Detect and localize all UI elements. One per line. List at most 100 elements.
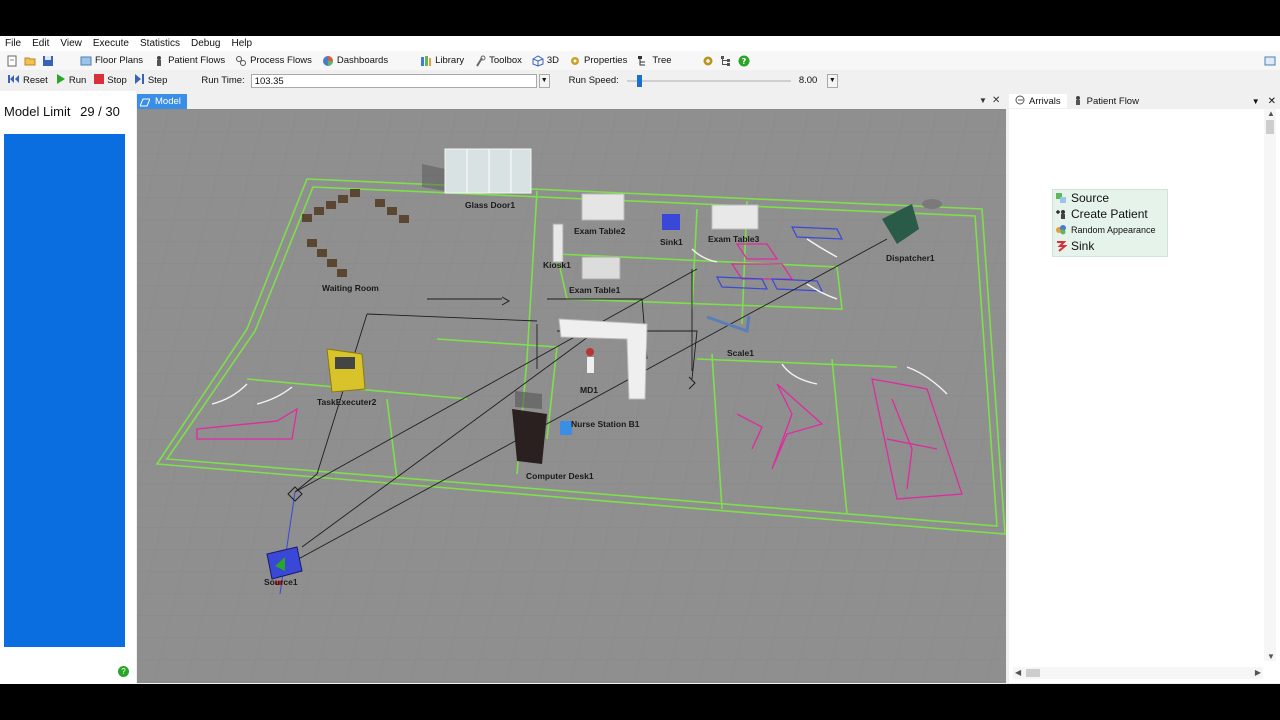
slider-track xyxy=(626,79,791,82)
3d-viewport[interactable]: Glass Door1 Exam Table2 Sink1 Exam Table… xyxy=(137,109,1006,683)
menu-edit[interactable]: Edit xyxy=(27,36,55,51)
menu-help[interactable]: Help xyxy=(226,36,258,51)
list-label-random-appearance: Random Appearance xyxy=(1071,225,1156,235)
label-exam-table-2[interactable]: Exam Table2 xyxy=(574,226,625,236)
patient-flows-label: Patient Flows xyxy=(168,55,226,66)
reset-icon xyxy=(8,74,20,87)
horizontal-scrollbar[interactable]: ◀ ▶ xyxy=(1013,667,1263,679)
process-flows-icon xyxy=(235,55,247,67)
restore-layout-icon[interactable] xyxy=(1264,55,1276,67)
floor-plans-button[interactable]: Floor Plans xyxy=(75,52,148,69)
list-item-source[interactable]: Source xyxy=(1053,190,1167,206)
list-label-source: Source xyxy=(1071,191,1110,205)
scroll-right-arrow[interactable]: ▶ xyxy=(1255,668,1261,677)
label-md[interactable]: MD1 xyxy=(580,385,598,395)
label-exam-table-1[interactable]: Exam Table1 xyxy=(569,285,620,295)
gear-icon[interactable] xyxy=(702,55,714,67)
floor-plans-label: Floor Plans xyxy=(95,55,144,66)
close-icon[interactable]: ✕ xyxy=(992,95,1000,106)
menu-statistics[interactable]: Statistics xyxy=(135,36,186,51)
arrivals-list: Source Create Patient Random Appearance … xyxy=(1052,189,1168,257)
label-task-executer[interactable]: TaskExecuter2 xyxy=(317,397,376,407)
label-scale[interactable]: Scale1 xyxy=(727,348,754,358)
process-flows-label: Process Flows xyxy=(250,55,312,66)
toolbox-label: Toolbox xyxy=(489,55,522,66)
right-panel: Arrivals Patient Flow ▼ ✕ Source Create … xyxy=(1009,93,1280,683)
model-view: Model ▼ ✕ Glass Door1 Exam Table2 Sink1 … xyxy=(137,93,1006,683)
play-icon xyxy=(56,74,66,87)
toolbox-button[interactable]: Toolbox xyxy=(469,52,527,69)
model-limit-panel: Model Limit 29 / 30 ? xyxy=(0,91,136,684)
tree-icon xyxy=(637,55,649,67)
close-icon[interactable]: ✕ xyxy=(1268,96,1276,107)
label-nurse-station[interactable]: Nurse Station B1 xyxy=(571,419,640,429)
open-folder-icon[interactable] xyxy=(24,55,36,67)
run-speed-slider[interactable] xyxy=(626,74,791,88)
vertical-scrollbar[interactable]: ▲ ▼ xyxy=(1264,109,1276,661)
random-appearance-icon xyxy=(1055,224,1067,236)
patient-flows-button[interactable]: Patient Flows xyxy=(148,52,230,69)
dashboards-label: Dashboards xyxy=(336,55,389,66)
list-item-sink[interactable]: Sink xyxy=(1053,238,1167,254)
3d-button[interactable]: 3D xyxy=(527,52,564,69)
list-label-sink: Sink xyxy=(1071,239,1095,253)
run-toolbar: Reset Run Stop Step Run Time: 103.35 ▼ R… xyxy=(0,71,1280,90)
label-dispatcher[interactable]: Dispatcher1 xyxy=(886,253,935,263)
tree-button[interactable]: Tree xyxy=(632,52,676,69)
library-button[interactable]: Library xyxy=(415,52,469,69)
tab-model-label: Model xyxy=(155,96,181,107)
label-glass-door[interactable]: Glass Door1 xyxy=(465,200,515,210)
menu-view[interactable]: View xyxy=(55,36,88,51)
help-icon[interactable]: ? xyxy=(738,55,750,67)
run-time-field[interactable]: 103.35 xyxy=(250,73,537,88)
status-ok-icon: ? xyxy=(118,666,129,677)
task-executer-model xyxy=(326,348,366,393)
process-flows-button[interactable]: Process Flows xyxy=(230,52,317,69)
menu-execute[interactable]: Execute xyxy=(88,36,135,51)
menu-debug[interactable]: Debug xyxy=(186,36,226,51)
3d-icon xyxy=(532,54,544,67)
scroll-down-arrow[interactable]: ▼ xyxy=(1267,652,1275,661)
model-limit-title: Model Limit xyxy=(4,104,71,119)
slider-thumb[interactable] xyxy=(636,74,642,87)
tab-patient-flow-label: Patient Flow xyxy=(1086,95,1139,107)
reset-label: Reset xyxy=(23,75,48,86)
label-exam-table-3[interactable]: Exam Table3 xyxy=(708,234,759,244)
label-kiosk[interactable]: Kiosk1 xyxy=(543,260,571,270)
pane-menu-icon[interactable]: ▼ xyxy=(1252,97,1260,106)
menu-file[interactable]: File xyxy=(0,36,27,51)
run-button[interactable]: Run xyxy=(52,72,90,89)
tree-browser-icon[interactable] xyxy=(720,55,732,67)
label-sink[interactable]: Sink1 xyxy=(660,237,683,247)
model-limit-bar xyxy=(4,134,125,647)
label-computer-desk[interactable]: Computer Desk1 xyxy=(526,471,594,481)
save-icon[interactable] xyxy=(42,55,54,67)
horizontal-scroll-thumb[interactable] xyxy=(1026,669,1040,677)
step-button[interactable]: Step xyxy=(131,72,172,89)
run-time-dropdown[interactable]: ▼ xyxy=(538,73,550,88)
flexsim-window: File Edit View Execute Statistics Debug … xyxy=(0,36,1280,684)
scroll-up-arrow[interactable]: ▲ xyxy=(1267,109,1275,118)
tab-model[interactable]: Model xyxy=(137,94,187,109)
dashboards-button[interactable]: Dashboards xyxy=(317,52,393,69)
toolbox-icon xyxy=(474,55,486,67)
new-file-icon[interactable] xyxy=(6,55,18,67)
label-waiting-room[interactable]: Waiting Room xyxy=(322,283,379,293)
label-source[interactable]: Source1 xyxy=(264,577,298,587)
reset-button[interactable]: Reset xyxy=(4,72,52,89)
properties-button[interactable]: Properties xyxy=(564,52,632,69)
model-limit-text: Model Limit 29 / 30 xyxy=(4,104,120,119)
stop-button[interactable]: Stop xyxy=(90,72,131,89)
pane-menu-icon[interactable]: ▼ xyxy=(979,96,987,105)
tab-arrivals[interactable]: Arrivals xyxy=(1009,94,1067,108)
tab-patient-flow[interactable]: Patient Flow xyxy=(1067,94,1145,108)
stop-icon xyxy=(94,74,105,87)
library-label: Library xyxy=(435,55,465,66)
list-item-create-patient[interactable]: Create Patient xyxy=(1053,206,1167,222)
scroll-left-arrow[interactable]: ◀ xyxy=(1015,668,1021,677)
run-speed-dropdown[interactable]: ▼ xyxy=(826,73,838,88)
list-item-random-appearance[interactable]: Random Appearance xyxy=(1053,222,1167,238)
vertical-scroll-thumb[interactable] xyxy=(1266,120,1274,134)
tab-arrivals-label: Arrivals xyxy=(1029,95,1061,107)
md-figure xyxy=(586,348,594,373)
